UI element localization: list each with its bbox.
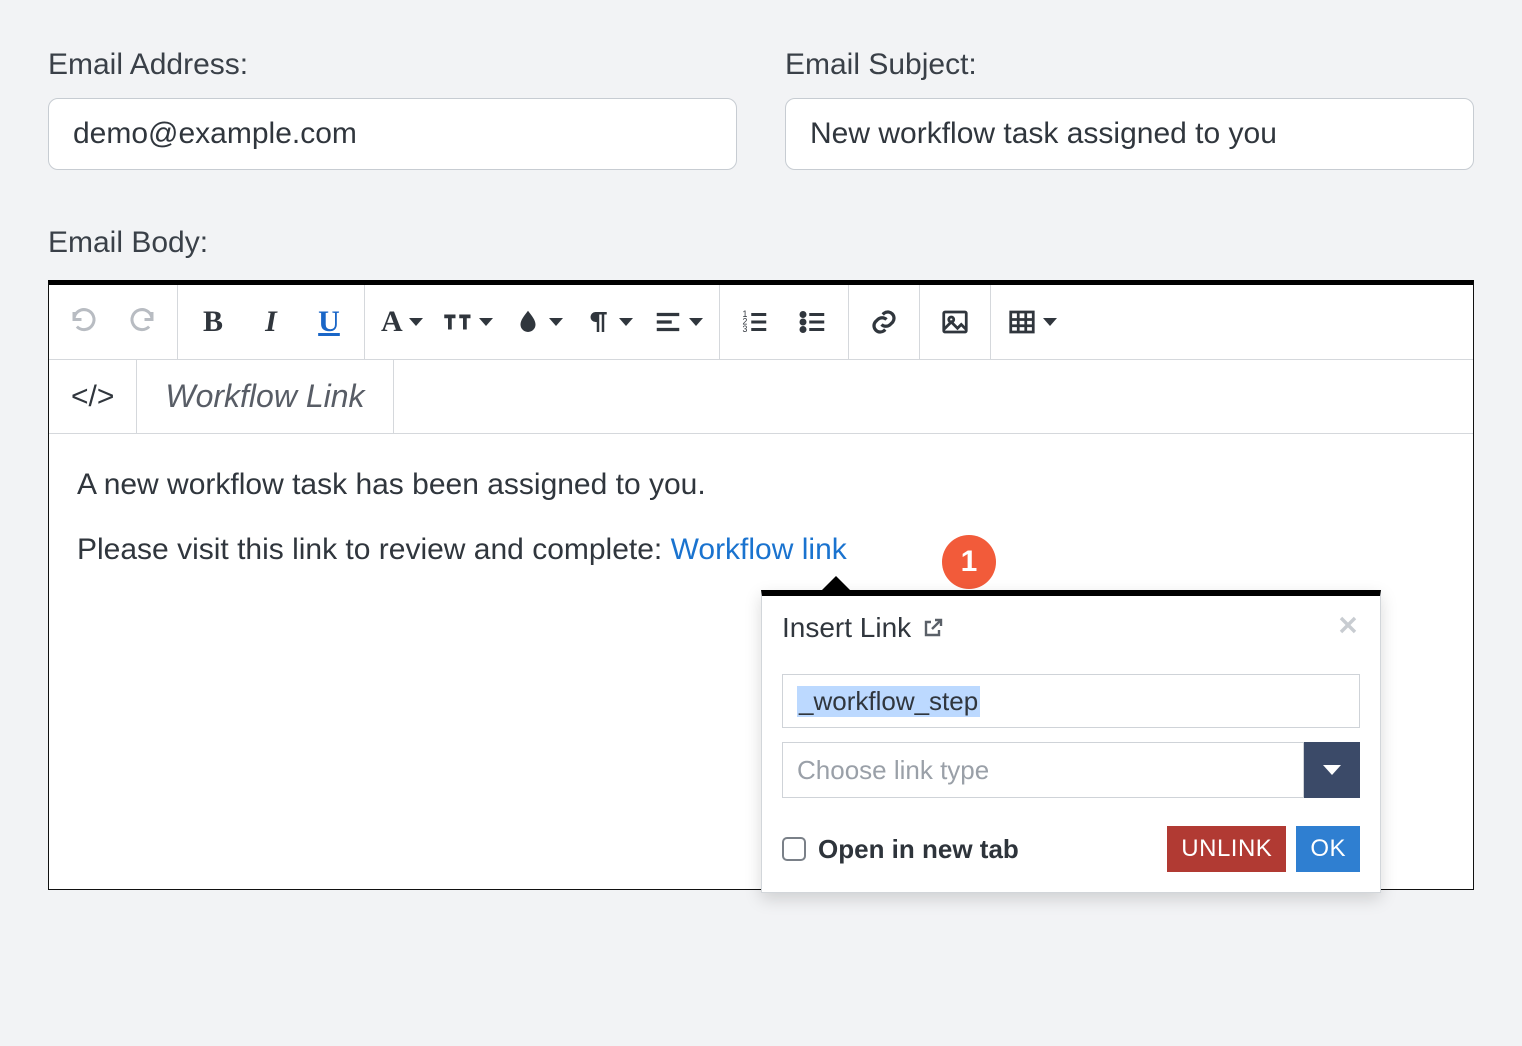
codeview-button[interactable]: </>	[49, 360, 137, 434]
bold-button[interactable]: B	[184, 293, 242, 351]
top-row: Email Address: Email Subject:	[48, 48, 1474, 170]
close-icon	[1336, 613, 1360, 637]
body-line-2-text: Please visit this link to review and com…	[77, 533, 671, 566]
font-family-dropdown[interactable]: A	[371, 293, 433, 351]
font-color-dropdown[interactable]	[503, 293, 573, 351]
ordered-list-button[interactable]: 123	[726, 293, 784, 351]
editor-toolbar: B I U A	[49, 285, 1473, 360]
image-icon	[940, 307, 970, 337]
popup-buttons: UNLINK OK	[1167, 826, 1360, 872]
body-line-1: A new workflow task has been assigned to…	[77, 462, 1445, 509]
body-line-2: Please visit this link to review and com…	[77, 527, 1445, 574]
align-dropdown[interactable]	[643, 293, 713, 351]
ordered-list-icon: 123	[740, 307, 770, 337]
email-body-label: Email Body:	[48, 226, 1474, 260]
svg-text:3: 3	[742, 324, 747, 334]
font-size-icon	[443, 307, 473, 337]
insert-link-popup: Insert Link _workflow_step Choose link t…	[761, 590, 1381, 893]
chevron-down-icon	[689, 318, 703, 326]
email-address-column: Email Address:	[48, 48, 737, 170]
italic-button[interactable]: I	[242, 293, 300, 351]
redo-button[interactable]	[113, 293, 171, 351]
paragraph-dropdown[interactable]	[573, 293, 643, 351]
undo-button[interactable]	[55, 293, 113, 351]
link-icon	[869, 307, 899, 337]
toolbar-link-group	[849, 285, 920, 359]
editor-toolbar-secondary: </> Workflow Link	[49, 360, 1473, 434]
toolbar-style-group: B I U	[178, 285, 365, 359]
email-subject-input[interactable]	[785, 98, 1474, 170]
insert-image-button[interactable]	[926, 293, 984, 351]
popup-title: Insert Link	[782, 612, 945, 644]
font-size-dropdown[interactable]	[433, 293, 503, 351]
workflow-link-button[interactable]: Workflow Link	[137, 360, 393, 434]
unordered-list-button[interactable]	[784, 293, 842, 351]
chevron-down-icon	[549, 318, 563, 326]
drop-icon	[513, 307, 543, 337]
toolbar-table-group	[991, 285, 1073, 359]
table-icon	[1007, 307, 1037, 337]
workflow-link-anchor[interactable]: Workflow link	[671, 533, 847, 566]
link-url-value: _workflow_step	[797, 686, 980, 717]
chevron-down-icon	[409, 318, 423, 326]
email-subject-column: Email Subject:	[785, 48, 1474, 170]
code-icon: </>	[71, 380, 114, 414]
insert-table-dropdown[interactable]	[997, 293, 1067, 351]
toolbar-list-group: 123	[720, 285, 849, 359]
redo-icon	[127, 307, 157, 337]
pilcrow-icon	[583, 307, 613, 337]
link-type-select: Choose link type	[782, 742, 1360, 798]
email-subject-label: Email Subject:	[785, 48, 1474, 82]
link-url-input[interactable]: _workflow_step	[782, 674, 1360, 728]
email-address-label: Email Address:	[48, 48, 737, 82]
unordered-list-icon	[798, 307, 828, 337]
open-in-new-tab-label: Open in new tab	[818, 834, 1019, 865]
toolbar-font-group: A	[365, 285, 720, 359]
unlink-button[interactable]: UNLINK	[1167, 826, 1286, 872]
align-icon	[653, 307, 683, 337]
popup-header: Insert Link	[762, 596, 1380, 660]
undo-icon	[69, 307, 99, 337]
rich-text-editor: B I U A	[48, 280, 1474, 890]
chevron-down-icon	[1043, 318, 1057, 326]
chevron-down-icon	[479, 318, 493, 326]
popup-title-text: Insert Link	[782, 612, 911, 644]
popup-url-row: _workflow_step	[782, 674, 1360, 728]
toolbar-history-group	[49, 285, 178, 359]
underline-button[interactable]: U	[300, 293, 358, 351]
link-type-dropdown-button[interactable]	[1304, 742, 1360, 798]
email-config-panel: Email Address: Email Subject: Email Body…	[0, 0, 1522, 890]
popup-footer: Open in new tab UNLINK OK	[782, 826, 1360, 872]
external-link-icon	[921, 616, 945, 640]
annotation-1: 1	[942, 535, 996, 589]
popup-body: _workflow_step Choose link type Open in …	[762, 674, 1380, 892]
toolbar-image-group	[920, 285, 991, 359]
popup-close-button[interactable]	[1336, 611, 1360, 645]
chevron-down-icon	[619, 318, 633, 326]
insert-link-button[interactable]	[855, 293, 913, 351]
chevron-down-icon	[1323, 765, 1341, 775]
ok-button[interactable]: OK	[1296, 826, 1360, 872]
email-address-input[interactable]	[48, 98, 737, 170]
link-type-field[interactable]: Choose link type	[782, 742, 1304, 798]
open-in-new-tab-checkbox[interactable]	[782, 837, 806, 861]
